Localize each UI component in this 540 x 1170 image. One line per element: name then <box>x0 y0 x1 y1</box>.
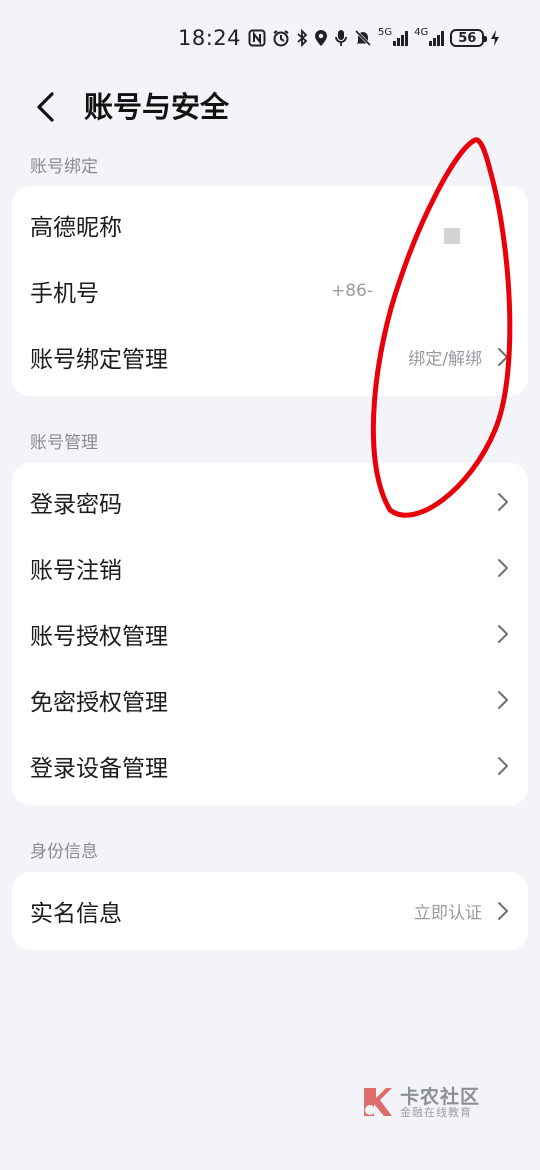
header: 账号与安全 <box>0 78 540 128</box>
row-binding-management[interactable]: 账号绑定管理 绑定/解绑 <box>12 324 528 390</box>
row-passwordless-auth[interactable]: 免密授权管理 <box>12 667 528 733</box>
phone-value: +86- <box>330 281 373 301</box>
row-label: 实名信息 <box>30 901 122 927</box>
row-real-name[interactable]: 实名信息 立即认证 <box>12 878 528 944</box>
back-arrow-icon <box>37 92 54 122</box>
binding-value: 绑定/解绑 <box>408 349 482 370</box>
charging-icon <box>490 27 500 49</box>
location-icon <box>314 27 328 49</box>
kanong-logo-icon <box>364 1088 392 1116</box>
row-label: 登录设备管理 <box>30 756 168 782</box>
section-label-binding: 账号绑定 <box>30 157 98 177</box>
real-name-value: 立即认证 <box>414 903 482 924</box>
signal-5g-icon: 5G <box>378 27 409 49</box>
status-bar: 18:24 5G 4G 56 <box>0 0 540 78</box>
row-auth-management[interactable]: 账号授权管理 <box>12 601 528 667</box>
chevron-right-icon <box>498 691 508 709</box>
chevron-right-icon <box>498 625 508 643</box>
card-identity: 实名信息 立即认证 <box>12 872 528 950</box>
status-icons: 5G 4G 56 <box>248 27 500 49</box>
nfc-icon <box>248 27 266 49</box>
chevron-right-icon <box>498 493 508 511</box>
chevron-right-icon <box>498 757 508 775</box>
row-login-password[interactable]: 登录密码 <box>12 469 528 535</box>
row-label: 高德昵称 <box>30 215 122 241</box>
microphone-icon <box>334 27 348 49</box>
back-button[interactable] <box>30 86 66 126</box>
row-account-cancel[interactable]: 账号注销 <box>12 535 528 601</box>
chevron-right-icon <box>498 348 508 366</box>
status-time: 18:24 <box>178 26 242 50</box>
alarm-icon <box>272 27 290 49</box>
section-label-management: 账号管理 <box>30 433 98 453</box>
chevron-right-icon <box>498 559 508 577</box>
chevron-right-icon <box>498 902 508 920</box>
row-label: 登录密码 <box>30 492 122 518</box>
watermark-subtitle: 金融在线教育 <box>400 1106 472 1119</box>
row-device-management[interactable]: 登录设备管理 <box>12 733 528 799</box>
mute-icon <box>354 27 372 49</box>
battery-indicator: 56 <box>450 29 488 47</box>
section-label-identity: 身份信息 <box>30 842 98 862</box>
row-label: 账号绑定管理 <box>30 347 168 373</box>
row-label: 账号授权管理 <box>30 624 168 650</box>
row-label: 免密授权管理 <box>30 690 168 716</box>
row-phone[interactable]: 手机号 +86- <box>12 258 528 324</box>
bluetooth-icon <box>296 27 308 49</box>
card-management: 登录密码 账号注销 账号授权管理 免密授权管理 登录设备管理 <box>12 463 528 805</box>
page-title: 账号与安全 <box>84 90 230 124</box>
signal-4g-icon: 4G <box>414 27 445 49</box>
card-binding: 高德昵称 手机号 +86- 账号绑定管理 绑定/解绑 <box>12 186 528 396</box>
row-nickname[interactable]: 高德昵称 <box>12 192 528 258</box>
row-label: 账号注销 <box>30 558 122 584</box>
row-label: 手机号 <box>30 281 99 307</box>
watermark: 卡农社区 金融在线教育 <box>360 1080 500 1124</box>
nickname-redacted <box>444 228 460 244</box>
